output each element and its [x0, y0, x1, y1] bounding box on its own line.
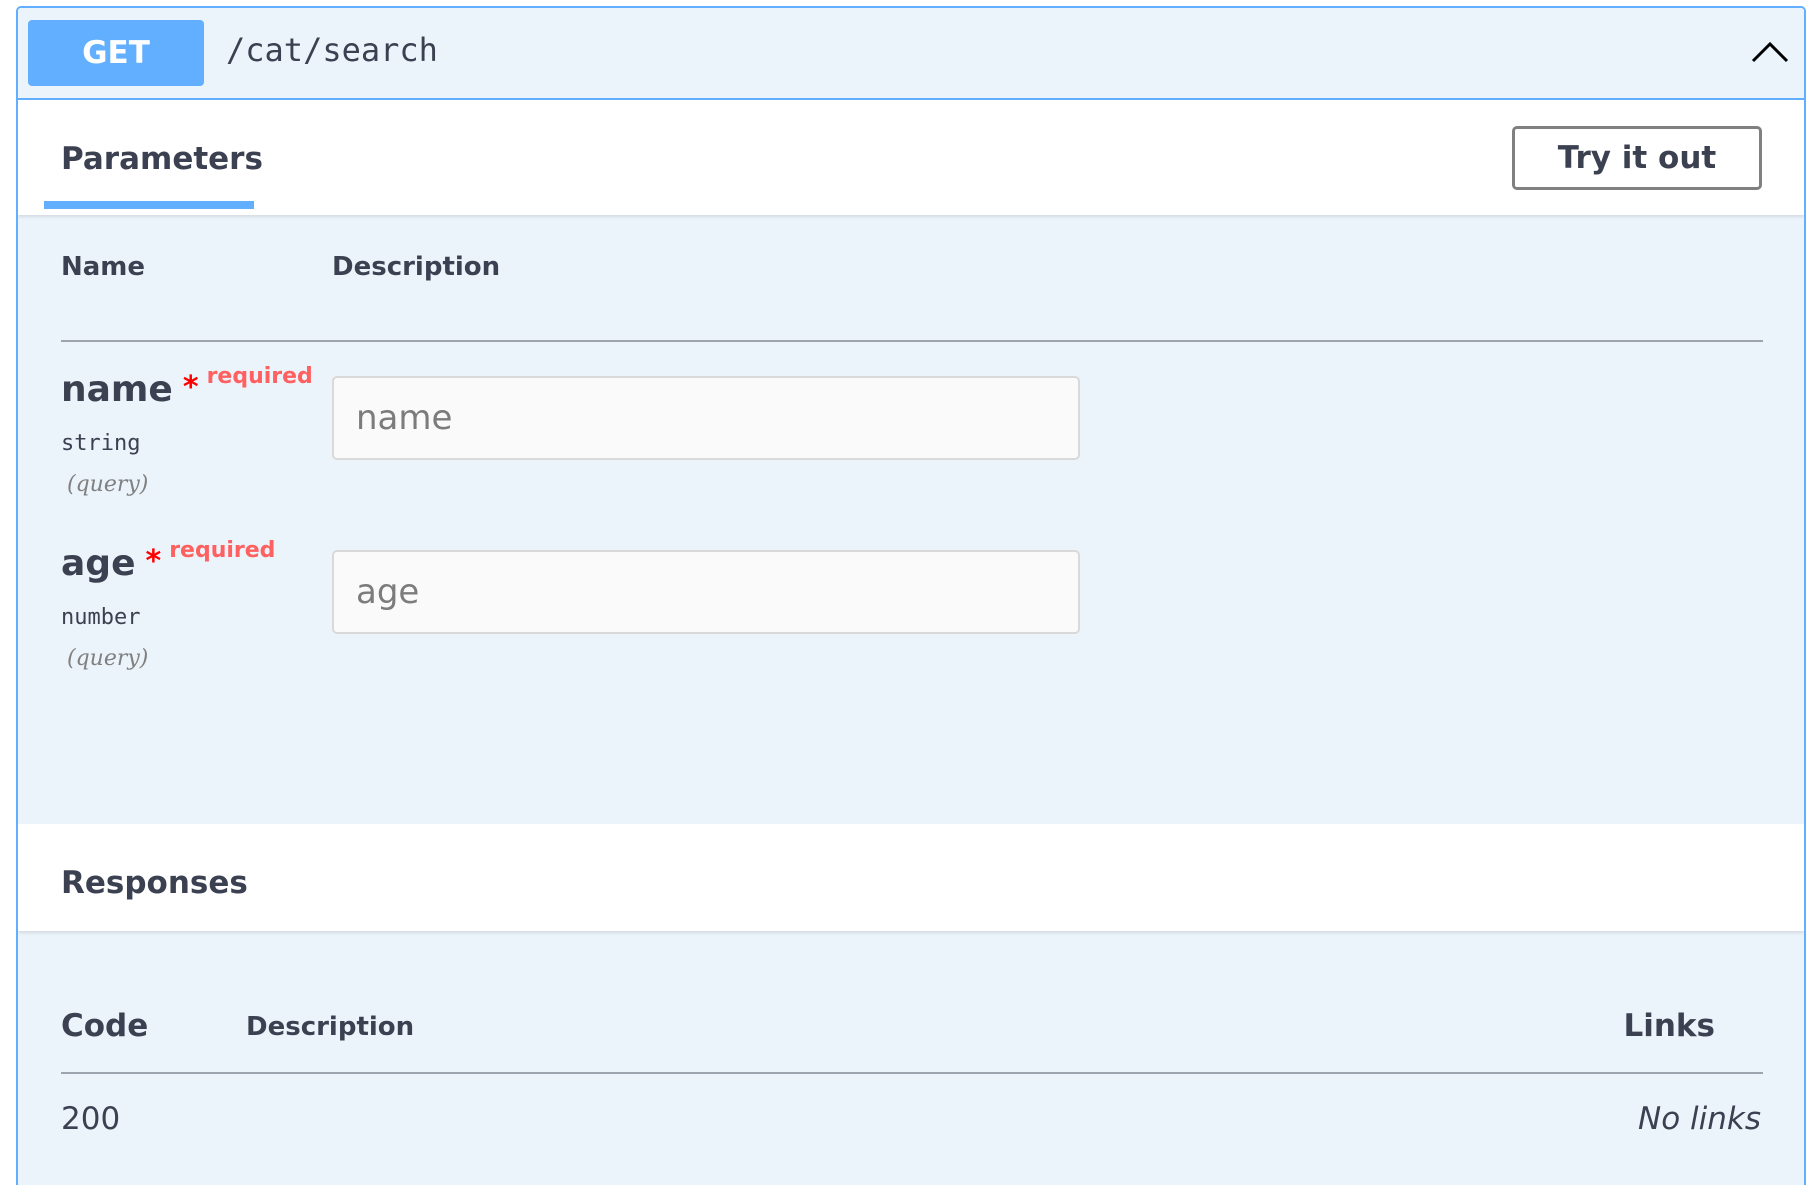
tab-parameters[interactable]: Parameters — [44, 100, 263, 215]
parameters-header: Parameters Try it out — [18, 100, 1804, 215]
age-input[interactable] — [332, 550, 1080, 634]
required-label: required — [169, 538, 276, 563]
required-star: * — [182, 370, 199, 405]
required-label: required — [206, 364, 313, 389]
response-code: 200 — [61, 1101, 121, 1137]
column-header-code: Code — [61, 1008, 149, 1044]
param-type: string — [61, 431, 141, 456]
tab-parameters-label: Parameters — [61, 141, 263, 177]
chevron-up-icon[interactable] — [1748, 32, 1792, 72]
tab-active-underline — [44, 201, 254, 209]
param-type: number — [61, 605, 141, 630]
name-input[interactable] — [332, 376, 1080, 460]
operation-summary[interactable]: GET /cat/search — [18, 8, 1804, 100]
table-divider — [61, 340, 1763, 342]
response-links: No links — [1638, 1101, 1761, 1137]
column-header-response-description: Description — [246, 1012, 415, 1042]
method-badge: GET — [28, 20, 204, 86]
param-name-label: name * required — [61, 366, 313, 410]
column-header-links: Links — [1623, 1008, 1715, 1044]
column-header-name: Name — [61, 252, 146, 282]
param-age-label: age * required — [61, 540, 275, 584]
required-star: * — [145, 544, 162, 579]
param-location: (query) — [67, 472, 149, 497]
responses-title: Responses — [61, 865, 248, 901]
param-age-text: age — [61, 543, 136, 584]
try-it-out-button[interactable]: Try it out — [1512, 126, 1762, 190]
responses-header: Responses — [18, 824, 1804, 931]
responses-divider — [61, 1072, 1763, 1074]
operation-block: GET /cat/search Parameters Try it out Na… — [16, 6, 1806, 1185]
param-location: (query) — [67, 646, 149, 671]
column-header-description: Description — [332, 252, 501, 282]
operation-path: /cat/search — [226, 31, 438, 69]
param-name-text: name — [61, 369, 173, 410]
